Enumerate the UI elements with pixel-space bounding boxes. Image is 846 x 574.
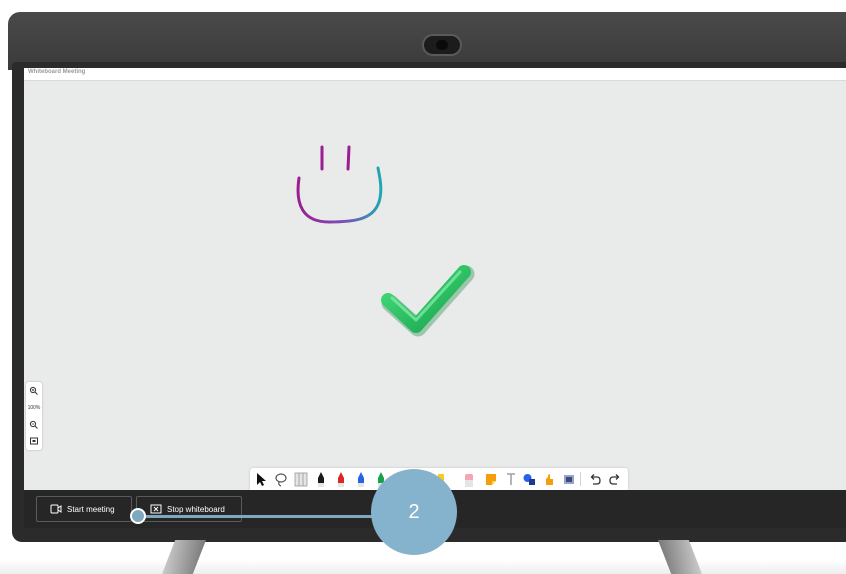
eraser-icon[interactable] <box>462 471 476 487</box>
callout-connector-line <box>138 515 378 518</box>
zoom-level: 100% <box>27 405 41 411</box>
zoom-out-icon[interactable] <box>29 420 39 430</box>
callout-step-badge: 2 <box>371 469 457 555</box>
camera <box>422 34 462 56</box>
window-title: Whiteboard Meeting <box>28 69 86 75</box>
whiteboard-screen: Whiteboard Meeting 100% <box>24 68 846 490</box>
shapes-tool-icon[interactable] <box>522 471 536 487</box>
callout-pointer-dot <box>130 508 146 524</box>
meeting-icon <box>50 504 62 514</box>
blue-pen-icon[interactable] <box>354 471 368 487</box>
floor <box>0 560 846 574</box>
whiteboard-canvas[interactable] <box>24 80 846 468</box>
black-pen-icon[interactable] <box>314 471 328 487</box>
start-meeting-label: Start meeting <box>67 504 115 514</box>
zoom-in-icon[interactable] <box>29 386 39 396</box>
reaction-icon[interactable] <box>542 471 556 487</box>
camera-lens <box>436 40 448 50</box>
start-meeting-button[interactable]: Start meeting <box>36 496 132 522</box>
close-box-icon <box>150 504 162 514</box>
ruler-tool-icon[interactable] <box>294 471 308 487</box>
zoom-panel: 100% <box>26 382 42 450</box>
smiley-mouth <box>296 166 383 224</box>
lasso-tool-icon[interactable] <box>274 471 288 487</box>
fit-to-screen-icon[interactable] <box>29 436 39 446</box>
checkmark-drawing <box>381 265 475 337</box>
undo-icon[interactable] <box>588 471 602 487</box>
stop-whiteboard-button[interactable]: Stop whiteboard <box>136 496 242 522</box>
select-tool-icon[interactable] <box>254 471 268 487</box>
toolbar-divider <box>580 472 581 486</box>
stop-whiteboard-label: Stop whiteboard <box>167 504 225 514</box>
smiley-right-eye <box>346 145 351 171</box>
smiley-drawing <box>296 145 383 224</box>
red-pen-icon[interactable] <box>334 471 348 487</box>
callout-step-number: 2 <box>408 500 420 523</box>
text-tool-icon[interactable] <box>504 471 518 487</box>
sticky-note-icon[interactable] <box>484 471 498 487</box>
image-tool-icon[interactable] <box>562 471 576 487</box>
redo-icon[interactable] <box>608 471 622 487</box>
